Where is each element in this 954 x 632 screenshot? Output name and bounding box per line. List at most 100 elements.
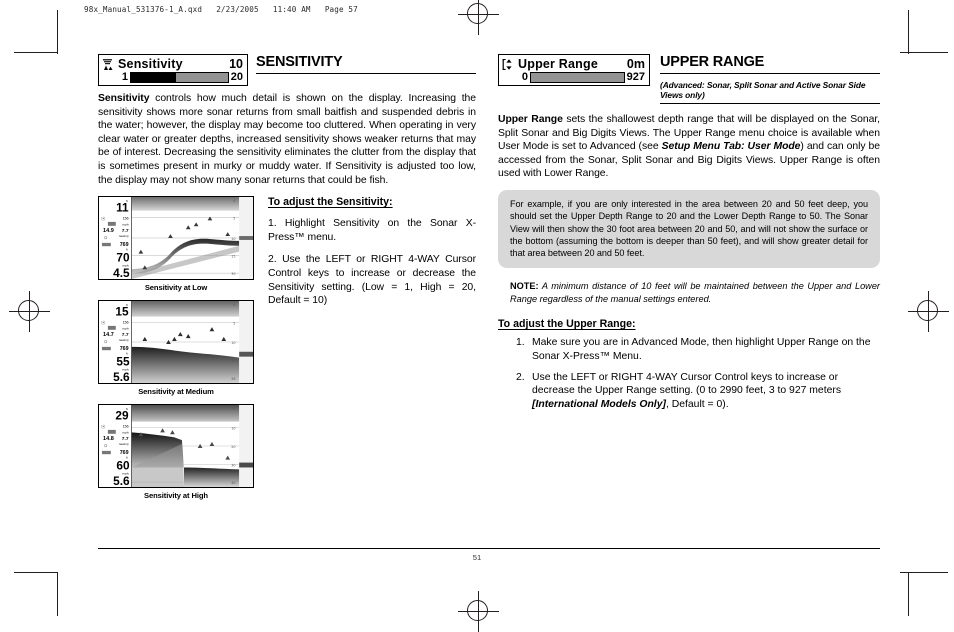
svg-text:40: 40	[231, 481, 235, 485]
screenshot-high-caption: Sensitivity at High	[144, 491, 208, 501]
crop-mark-bottom-left-v	[57, 572, 58, 616]
svg-text:☼: ☼	[103, 235, 108, 241]
svg-text:30: 30	[231, 272, 235, 276]
example-callout-box: For example, if you are only interested …	[498, 189, 880, 269]
crop-mark-top-right-v	[908, 10, 909, 54]
crop-mark-top-left-h	[14, 52, 58, 53]
svg-text:10: 10	[231, 341, 235, 345]
example-callout-text: For example, if you are only interested …	[510, 198, 868, 259]
upper-range-step-2-part2: , Default = 0).	[665, 399, 729, 411]
sensitivity-adjust-heading: To adjust the Sensitivity:	[268, 196, 393, 209]
screenshot-medium-caption: Sensitivity at Medium	[138, 387, 214, 397]
svg-text:mph: mph	[122, 222, 128, 226]
svg-text:156: 156	[123, 217, 129, 221]
upper-range-icon	[502, 58, 515, 71]
svg-text:5.6: 5.6	[113, 371, 130, 383]
sensitivity-slider-fill	[131, 72, 177, 82]
upper-range-slider[interactable]	[530, 71, 625, 83]
right-column: Upper Range 0m 0 927 UPPER RANGE (Advanc…	[498, 54, 880, 419]
svg-text:15: 15	[231, 359, 235, 363]
svg-text:15: 15	[115, 306, 129, 319]
upper-range-menu-widget[interactable]: Upper Range 0m 0 927	[498, 54, 650, 86]
sonar-screenshot-high: 0 10 20 30 40 ft 29 ☉ 156 mph 14.8 7.7 n…	[98, 404, 254, 489]
footer-rule	[98, 548, 880, 549]
sensitivity-min-label: 1	[121, 71, 128, 83]
sensitivity-widget-value: 10	[229, 57, 243, 71]
note-text: A minimum distance of 10 feet will be ma…	[510, 281, 880, 304]
registration-mark-top	[458, 0, 499, 35]
upper-range-step-2: 2. Use the LEFT or RIGHT 4-WAY Cursor Co…	[498, 371, 880, 412]
screenshot-medium-wrap: 0 5 10 15 26 ft 15 ☉ 156 mph 14.7 7.7 nau…	[98, 300, 254, 396]
crop-mark-top-right-h	[900, 52, 948, 53]
svg-text:26: 26	[231, 377, 235, 381]
svg-text:0: 0	[233, 199, 235, 203]
screenshot-stack: 0 5 10 15 30 ft 11 ☉ 156 mph 14.9 7.7 nau…	[98, 196, 256, 504]
svg-text:30: 30	[231, 464, 235, 468]
crop-mark-top-left-v	[57, 10, 58, 54]
upper-range-lead-paragraph: Upper Range sets the shallowest depth ra…	[498, 113, 880, 181]
svg-text:20: 20	[231, 445, 235, 449]
upper-range-lead-bold: Upper Range	[498, 114, 563, 125]
upper-range-step-1-text: Make sure you are in Advanced Mode, then…	[532, 337, 871, 362]
svg-text:mph: mph	[122, 326, 128, 330]
svg-text:29: 29	[115, 410, 129, 423]
svg-text:14.7: 14.7	[103, 332, 114, 338]
upper-range-step-2-number: 2.	[516, 371, 525, 383]
sensitivity-step-1: 1. Highlight Sensitivity on the Sonar X-…	[268, 218, 476, 243]
sensitivity-instructions: To adjust the Sensitivity: 1. Highlight …	[256, 196, 476, 317]
screenshot-high-wrap: 0 10 20 30 40 ft 29 ☉ 156 mph 14.8 7.7 n…	[98, 404, 254, 500]
upper-range-min-label: 0	[521, 71, 528, 83]
sensitivity-section-title: SENSITIVITY	[256, 54, 476, 74]
registration-mark-bottom	[458, 591, 499, 632]
sensitivity-max-label: 20	[230, 71, 243, 83]
svg-text:5.6: 5.6	[113, 475, 130, 487]
svg-text:4.5: 4.5	[113, 267, 130, 279]
svg-text:☉: ☉	[101, 425, 106, 431]
crop-mark-bottom-right-v	[908, 572, 909, 616]
svg-text:5: 5	[233, 217, 235, 221]
file-header-line: 98x_Manual_531376-1_A.qxd 2/23/2005 11:4…	[84, 5, 358, 14]
sensitivity-step-2: 2. Use the LEFT or RIGHT 4-WAY Cursor Co…	[268, 254, 476, 307]
upper-range-note: NOTE: A minimum distance of 10 feet will…	[498, 280, 880, 305]
crop-mark-bottom-right-h	[900, 572, 948, 573]
screenshot-low-caption: Sensitivity at Low	[144, 283, 208, 293]
upper-range-adjust-heading: To adjust the Upper Range:	[498, 318, 636, 331]
sensitivity-widget-title: Sensitivity	[118, 57, 183, 71]
svg-text:15: 15	[231, 255, 235, 259]
svg-text:5: 5	[233, 322, 235, 326]
svg-text:11: 11	[116, 202, 129, 215]
svg-text:0: 0	[233, 407, 235, 411]
upper-range-widget-title: Upper Range	[518, 57, 598, 71]
upper-range-step-1: 1. Make sure you are in Advanced Mode, t…	[498, 336, 880, 363]
screenshot-low-wrap: 0 5 10 15 30 ft 11 ☉ 156 mph 14.9 7.7 nau…	[98, 196, 254, 292]
upper-range-max-label: 927	[626, 71, 645, 83]
sensitivity-lead-rest: controls how much detail is shown on the…	[98, 93, 476, 186]
manual-page: 98x_Manual_531376-1_A.qxd 2/23/2005 11:4…	[0, 0, 954, 632]
upper-range-section-title: UPPER RANGE	[660, 54, 880, 74]
svg-text:mph: mph	[122, 430, 128, 434]
svg-text:10: 10	[231, 237, 235, 241]
note-label: NOTE:	[510, 281, 539, 292]
sonar-screenshot-low: 0 5 10 15 30 ft 11 ☉ 156 mph 14.9 7.7 nau…	[98, 196, 254, 281]
svg-text:☼: ☼	[103, 339, 108, 345]
upper-range-step-2-emph: [International Models Only]	[532, 399, 666, 411]
page-number: 51	[472, 553, 482, 562]
svg-text:0: 0	[233, 303, 235, 307]
upper-range-section-subtitle: (Advanced: Sonar, Split Sonar and Active…	[660, 77, 880, 104]
sensitivity-menu-widget[interactable]: Sensitivity 10 1 20	[98, 54, 248, 86]
sensitivity-icon	[102, 58, 115, 71]
registration-mark-left	[9, 291, 50, 332]
svg-text:156: 156	[123, 425, 129, 429]
upper-range-widget-value: 0m	[626, 57, 645, 71]
upper-range-step-2-part1: Use the LEFT or RIGHT 4-WAY Cursor Contr…	[532, 371, 842, 397]
left-column: Sensitivity 10 1 20 SENSITIVITY Sensitiv…	[98, 54, 476, 504]
svg-text:10: 10	[231, 427, 235, 431]
registration-mark-right	[908, 291, 949, 332]
svg-text:nautmp: nautmp	[119, 442, 129, 446]
sensitivity-lead-bold: Sensitivity	[98, 93, 150, 104]
svg-text:☉: ☉	[101, 321, 106, 327]
sensitivity-slider[interactable]	[130, 71, 229, 83]
upper-range-step-2-text: Use the LEFT or RIGHT 4-WAY Cursor Contr…	[532, 371, 880, 412]
crop-mark-bottom-left-h	[14, 572, 58, 573]
upper-range-steps: 1. Make sure you are in Advanced Mode, t…	[498, 336, 880, 412]
